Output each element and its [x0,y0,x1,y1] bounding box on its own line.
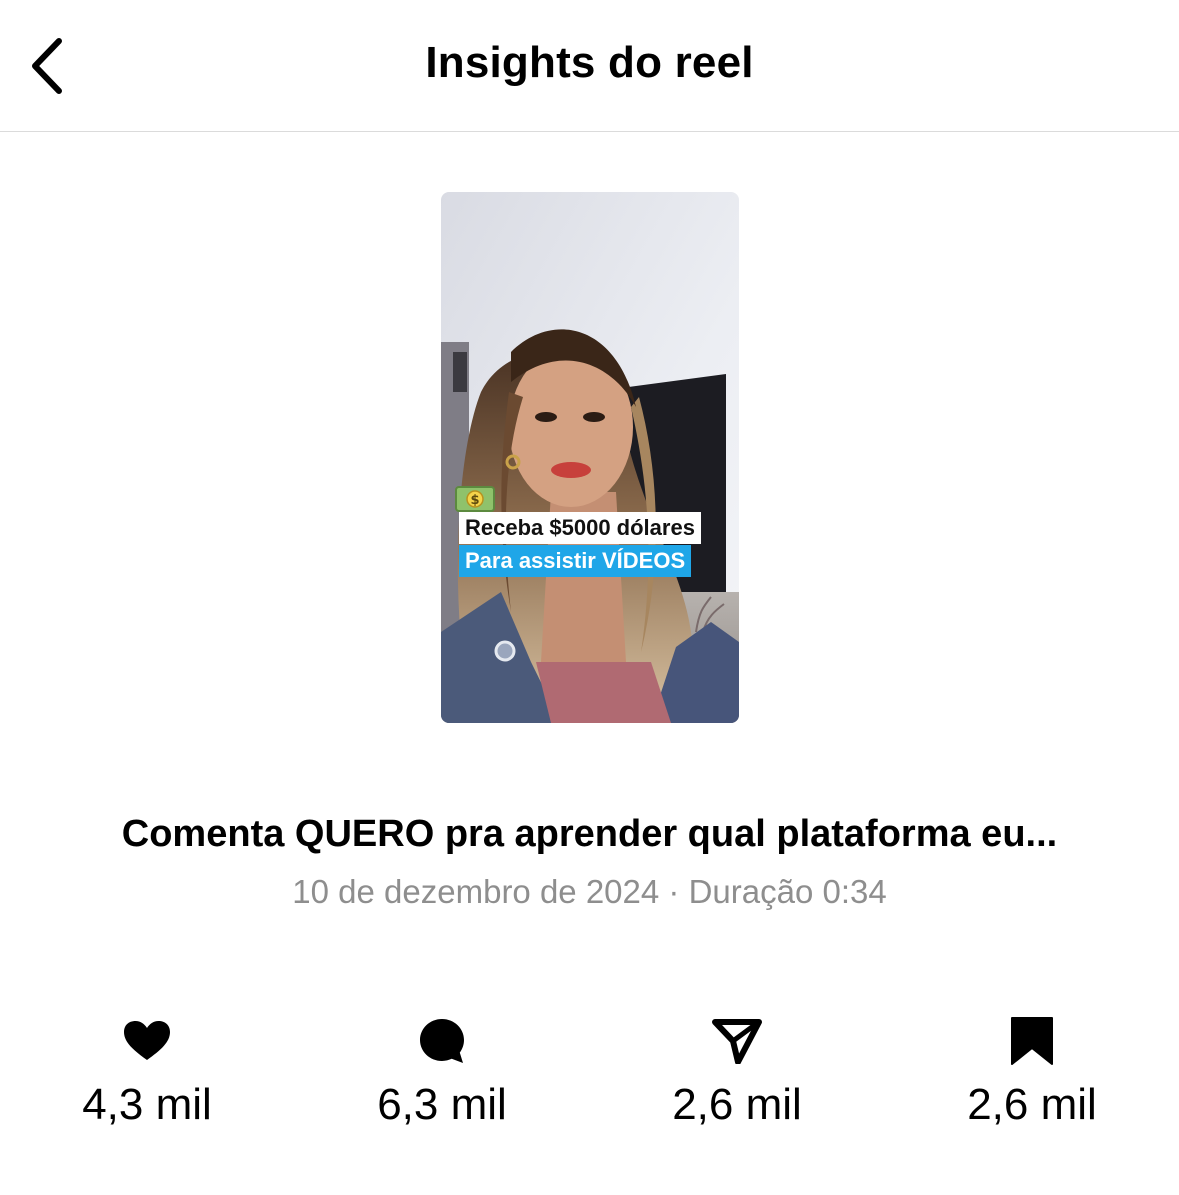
reel-caption-line-2: Para assistir VÍDEOS [459,545,692,577]
comment-icon [420,1019,464,1063]
post-caption: Comenta QUERO pra aprender qual platafor… [121,813,1058,855]
reel-video-frame [441,192,739,723]
shares-count: 2,6 mil [672,1080,802,1129]
likes-count: 4,3 mil [82,1080,212,1129]
reel-caption-line-1: Receba $5000 dólares [459,512,701,544]
comments-stat[interactable]: 6,3 mil [322,1010,562,1130]
send-icon [712,1019,762,1064]
comments-count: 6,3 mil [377,1080,507,1129]
saves-count: 2,6 mil [967,1080,1097,1129]
shares-stat[interactable]: 2,6 mil [617,1010,857,1130]
post-date-duration: 10 de dezembro de 2024 · Duração 0:34 [292,873,887,910]
top-bar: Insights do reel [0,0,1179,132]
reel-thumbnail[interactable]: $ Receba $5000 dólares Para assistir VÍD… [441,192,739,723]
bookmark-icon [1011,1017,1053,1065]
page-title: Insights do reel [425,38,754,87]
dollar-banknote-icon: $ [455,486,495,512]
likes-stat[interactable]: 4,3 mil [27,1010,267,1130]
saves-stat[interactable]: 2,6 mil [912,1010,1152,1130]
svg-text:$: $ [470,493,479,508]
heart-icon [124,1021,170,1060]
